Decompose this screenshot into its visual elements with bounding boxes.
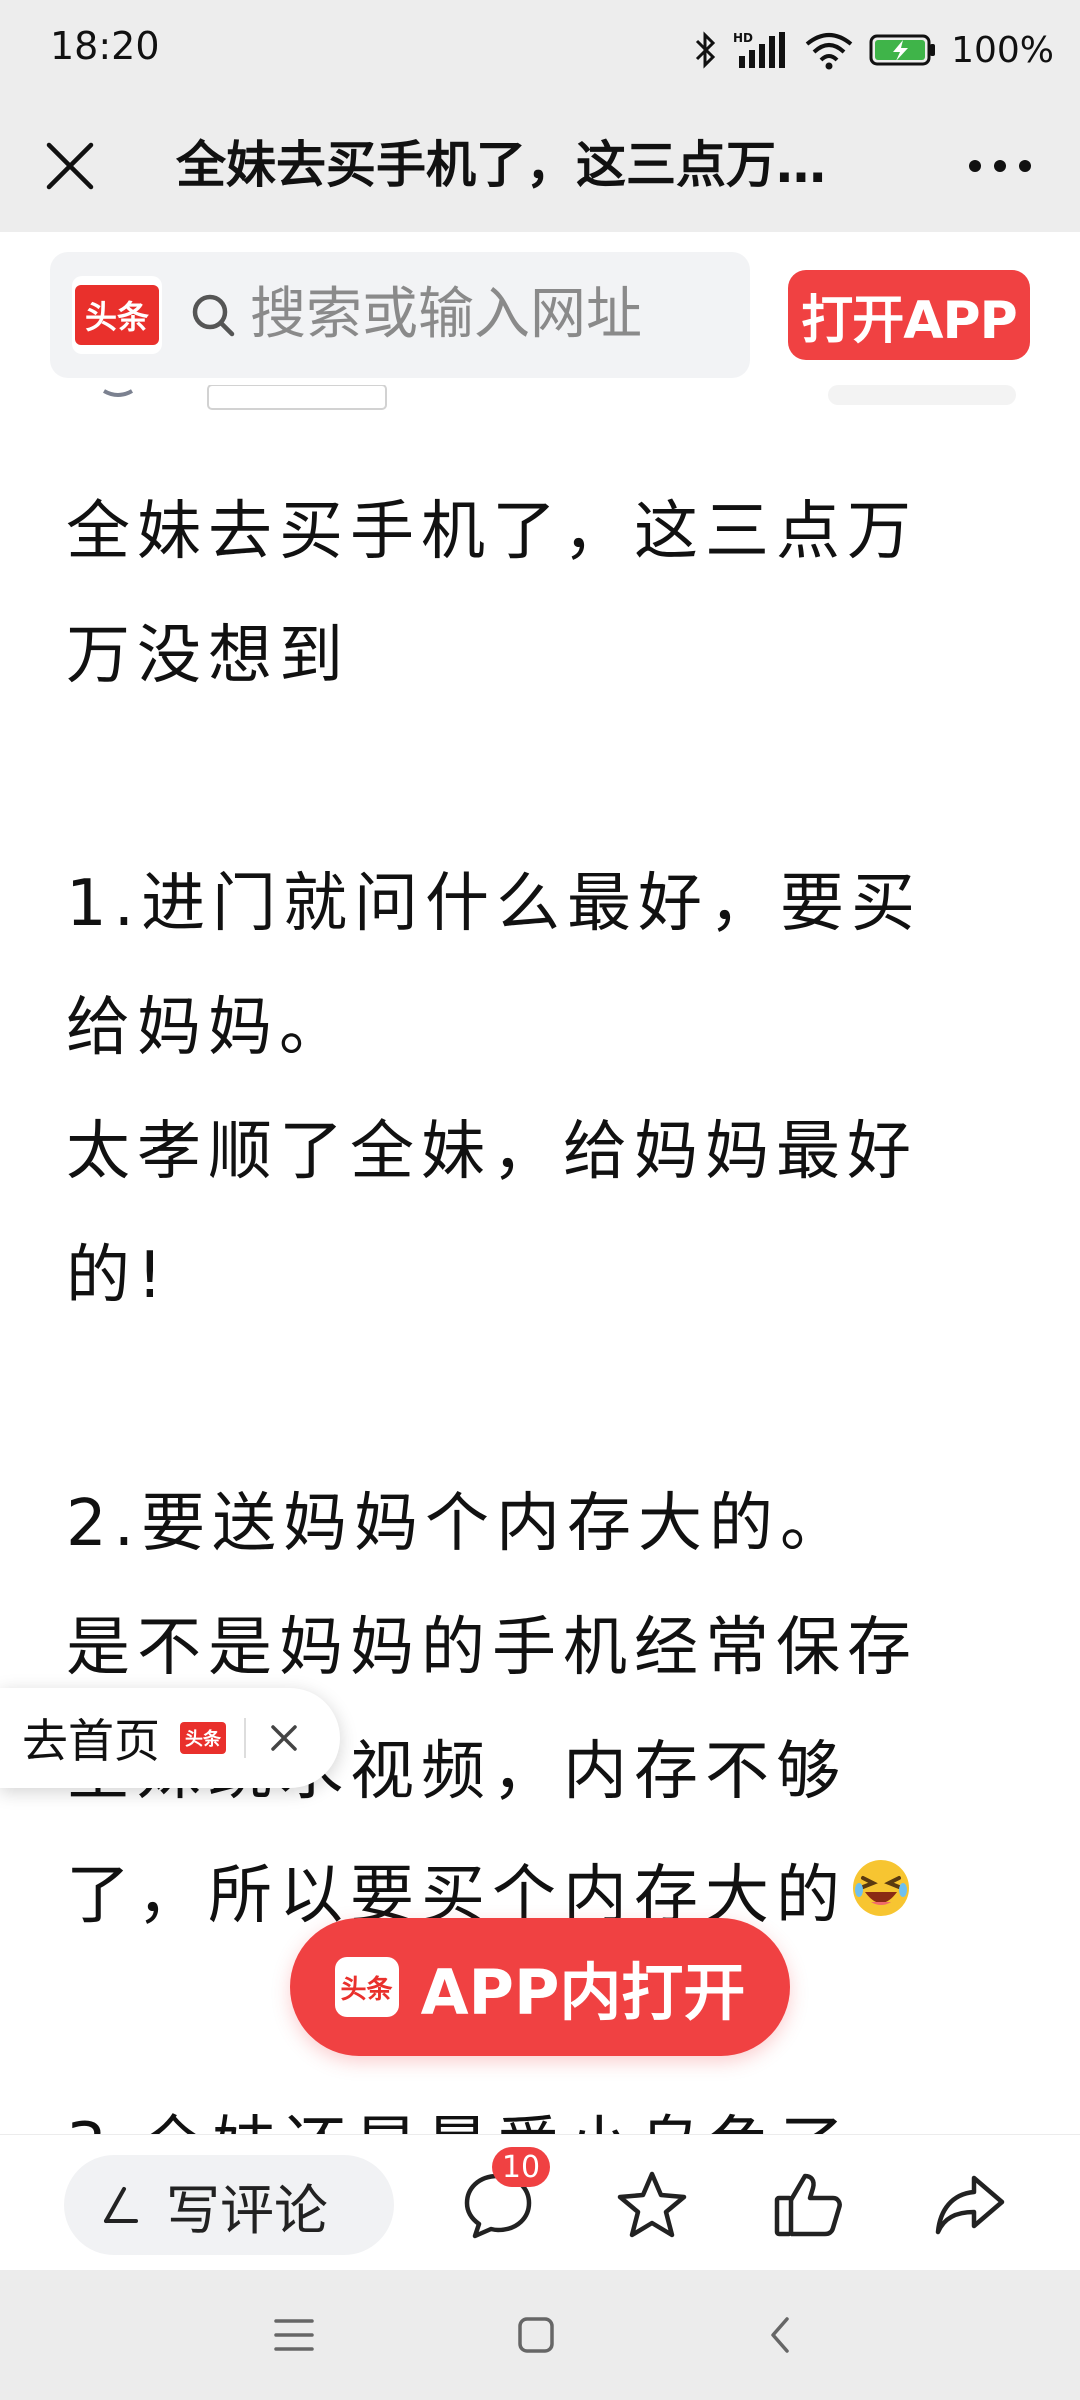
article-line: 2.要送妈妈个内存大的。 xyxy=(66,1487,852,1561)
title-bar: 全妹去买手机了，这三点万… xyxy=(0,100,1080,232)
bottom-toolbar: 写评论 10 xyxy=(0,2134,1080,2271)
back-chevron-icon xyxy=(771,2317,789,2353)
toutiao-app-icon: 头条 xyxy=(334,1957,399,2017)
go-home-pill[interactable]: 去首页 头条 xyxy=(0,1688,340,1788)
nav-home-button[interactable] xyxy=(496,2300,576,2370)
search-input[interactable]: 头条 搜索或输入网址 xyxy=(50,252,750,378)
search-area: 头条 搜索或输入网址 打开APP xyxy=(0,232,1080,400)
open-app-button[interactable]: 打开APP xyxy=(788,270,1030,360)
write-comment-label: 写评论 xyxy=(166,2178,328,2242)
close-icon xyxy=(46,142,94,190)
pen-icon xyxy=(104,2187,138,2223)
status-bar: 18:20 HD 100% xyxy=(0,0,1080,100)
go-home-logo-icon: 头条 xyxy=(180,1722,226,1754)
page-title: 全妹去买手机了，这三点万… xyxy=(176,136,826,194)
more-icon xyxy=(969,160,1031,172)
close-button[interactable] xyxy=(30,126,110,206)
write-comment-input[interactable]: 写评论 xyxy=(64,2155,394,2255)
like-button[interactable] xyxy=(766,2163,850,2247)
article-line xyxy=(66,718,1026,842)
article-line xyxy=(66,1338,1026,1462)
share-arrow-icon xyxy=(935,2175,1005,2235)
toutiao-logo: 头条 xyxy=(72,276,162,354)
scrolled-author-remnant xyxy=(0,384,1080,411)
wifi-icon xyxy=(803,30,855,70)
nav-menu-button[interactable] xyxy=(254,2300,334,2370)
article-line: 太孝顺了全妹，给妈妈最好 xyxy=(66,1115,918,1189)
menu-icon xyxy=(274,2319,314,2351)
bluetooth-icon xyxy=(693,30,719,70)
article-line: 全妹去买手机了，这三点万 xyxy=(66,495,918,569)
toutiao-app-icon-text: 头条 xyxy=(340,1974,393,2005)
favorite-button[interactable] xyxy=(610,2163,694,2247)
search-placeholder: 搜索或输入网址 xyxy=(250,282,642,347)
more-button[interactable] xyxy=(950,126,1050,206)
status-icons: HD 100% xyxy=(693,22,1054,78)
hd-signal-icon: HD xyxy=(733,30,789,70)
nav-back-button[interactable] xyxy=(740,2300,820,2370)
search-icon xyxy=(188,290,240,342)
battery-charging-icon xyxy=(869,30,937,70)
article-line: 的! xyxy=(66,1239,170,1313)
thumbs-up-icon xyxy=(774,2173,842,2237)
status-time: 18:20 xyxy=(50,24,160,68)
divider xyxy=(244,1718,246,1758)
toutiao-logo-text: 头条 xyxy=(75,285,159,345)
laugh-emoji-icon xyxy=(849,1837,913,1961)
svg-text:HD: HD xyxy=(733,31,753,45)
share-button[interactable] xyxy=(928,2163,1012,2247)
article-line: 1.进门就问什么最好，要买 xyxy=(66,867,923,941)
go-home-label: 去首页 xyxy=(22,1714,160,1768)
home-square-icon xyxy=(518,2317,554,2353)
system-nav-bar xyxy=(0,2270,1080,2400)
article-line: 给妈妈。 xyxy=(66,991,350,1065)
open-in-app-button[interactable]: 头条 APP内打开 xyxy=(290,1918,790,2056)
battery-percent: 100% xyxy=(951,29,1054,71)
open-in-app-label: APP内打开 xyxy=(420,1956,746,2029)
star-icon xyxy=(617,2171,687,2238)
comment-count-badge: 10 xyxy=(492,2147,550,2187)
article-line: 万没想到 xyxy=(66,619,350,693)
go-home-close-icon[interactable] xyxy=(264,1718,304,1758)
comments-button[interactable]: 10 xyxy=(456,2147,550,2247)
